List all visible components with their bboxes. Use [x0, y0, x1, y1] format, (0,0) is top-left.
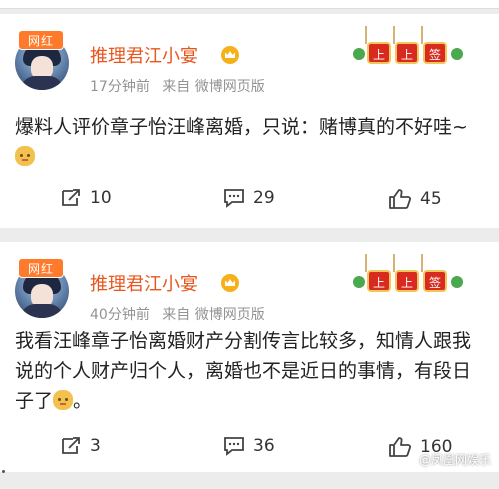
deco-tag: 上	[395, 270, 419, 292]
repost-icon	[62, 189, 80, 206]
post-text: 爆料人评价章子怡汪峰离婚，只说：赌博真的不好哇~	[15, 112, 485, 172]
action-bar: 10 29 45	[0, 182, 499, 222]
post-time[interactable]: 17分钟前	[90, 79, 150, 95]
deco-tag: 签	[423, 270, 447, 292]
username[interactable]: 推理君江小宴	[90, 42, 198, 68]
like-button[interactable]: 45	[388, 188, 442, 210]
username[interactable]: 推理君江小宴	[90, 270, 198, 296]
corner-dot	[2, 470, 5, 473]
comment-count: 36	[253, 436, 275, 456]
post-meta: 17分钟前 来自 微博网页版	[90, 76, 273, 96]
comment-icon	[224, 437, 244, 456]
repost-button[interactable]: 10	[60, 188, 112, 208]
deco-tag: 上	[367, 42, 391, 64]
repost-icon	[62, 437, 80, 454]
influencer-badge: 网红	[18, 258, 64, 278]
repost-button[interactable]: 3	[60, 436, 101, 456]
deco-tag: 签	[423, 42, 447, 64]
post-source: 来自 微博网页版	[162, 79, 265, 95]
dog-emoji-icon	[15, 146, 35, 166]
post-source: 来自 微博网页版	[162, 307, 265, 323]
thumbs-up-icon	[389, 437, 411, 457]
thumbs-up-icon	[389, 189, 411, 209]
weibo-post-card[interactable]: 网红 推理君江小宴 17分钟前 来自 微博网页版 上 上 签 爆料人评价章子怡汪…	[0, 14, 499, 228]
deco-tag: 上	[367, 270, 391, 292]
post-meta: 40分钟前 来自 微博网页版	[90, 304, 273, 324]
comment-button[interactable]: 36	[223, 436, 275, 456]
lantern-decoration-icon: 上 上 签	[353, 254, 463, 298]
post-body-tail: 。	[73, 390, 93, 412]
weibo-post-card[interactable]: 网红 推理君江小宴 40分钟前 来自 微博网页版 上 上 签 我看汪峰章子怡离婚…	[0, 242, 499, 472]
crown-icon	[221, 274, 239, 292]
post-time[interactable]: 40分钟前	[90, 307, 150, 323]
post-body: 爆料人评价章子怡汪峰离婚，只说：赌博真的不好哇~	[15, 116, 468, 138]
comment-count: 29	[253, 188, 275, 208]
comment-icon	[224, 189, 244, 208]
post-text: 我看汪峰章子怡离婚财产分割传言比较多，知情人跟我说的个人财产归个人，离婚也不是近…	[15, 326, 485, 416]
watermark: @凤凰网娱乐	[418, 453, 491, 467]
repost-count: 3	[90, 436, 101, 456]
top-strip	[0, 0, 499, 14]
influencer-badge: 网红	[18, 30, 64, 50]
like-count: 45	[420, 189, 442, 209]
dog-emoji-icon	[53, 390, 74, 410]
repost-count: 10	[90, 188, 112, 208]
deco-tag: 上	[395, 42, 419, 64]
comment-button[interactable]: 29	[223, 188, 275, 208]
lantern-decoration-icon: 上 上 签	[353, 26, 463, 70]
crown-icon	[221, 46, 239, 64]
